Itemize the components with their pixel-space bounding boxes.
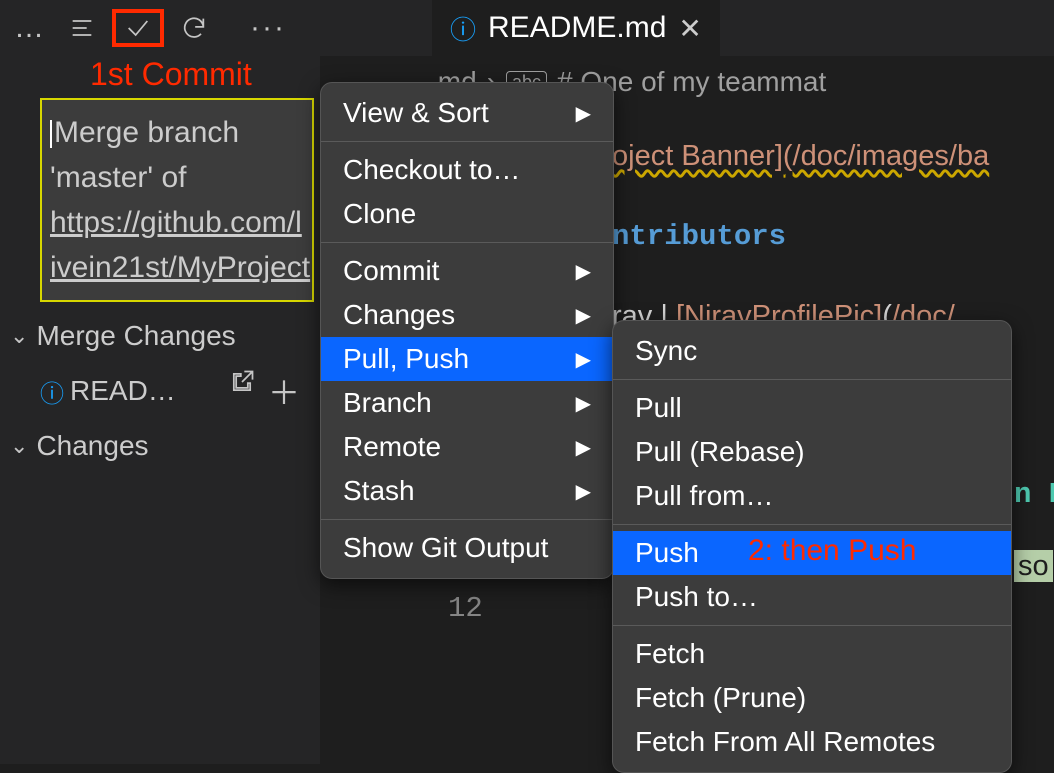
submenu-pull[interactable]: Pull — [613, 386, 1011, 430]
submenu-sync[interactable]: Sync — [613, 329, 1011, 373]
menu-separator — [613, 379, 1011, 380]
menu-remote[interactable]: Remote▶ — [321, 425, 613, 469]
submenu-pull-rebase[interactable]: Pull (Rebase) — [613, 430, 1011, 474]
menu-separator — [321, 242, 613, 243]
code-fragment: so — [1014, 550, 1053, 584]
submenu-push-to[interactable]: Push to… — [613, 575, 1011, 619]
code-fragment: oject Banner](/doc/images/ba — [612, 140, 989, 174]
menu-commit[interactable]: Commit▶ — [321, 249, 613, 293]
section-label: Merge Changes — [36, 320, 235, 352]
tree-view-icon[interactable] — [60, 6, 104, 50]
menu-separator — [613, 524, 1011, 525]
commit-msg-line: Merge branch — [54, 116, 239, 149]
file-name: READ… — [70, 375, 176, 407]
chevron-right-icon: ▶ — [576, 435, 591, 460]
info-icon: ⓘ — [450, 10, 476, 47]
menu-checkout-to[interactable]: Checkout to… — [321, 148, 613, 192]
editor-tab-readme[interactable]: ⓘ README.md ✕ — [432, 0, 720, 56]
menu-separator — [321, 519, 613, 520]
menu-changes[interactable]: Changes▶ — [321, 293, 613, 337]
chevron-right-icon: ▶ — [576, 391, 591, 416]
refresh-icon[interactable] — [172, 6, 216, 50]
menu-clone[interactable]: Clone — [321, 192, 613, 236]
menu-view-sort[interactable]: View & Sort▶ — [321, 91, 613, 135]
annotation-then-push: 2: then Push — [748, 534, 916, 568]
menu-pull-push[interactable]: Pull, Push▶ — [321, 337, 613, 381]
more-actions-icon[interactable]: ··· — [244, 11, 292, 45]
menu-separator — [613, 625, 1011, 626]
chevron-right-icon: ▶ — [576, 479, 591, 504]
submenu-fetch-prune[interactable]: Fetch (Prune) — [613, 676, 1011, 720]
submenu-fetch-all[interactable]: Fetch From All Remotes — [613, 720, 1011, 764]
submenu-pull-from[interactable]: Pull from… — [613, 474, 1011, 518]
merge-file-row[interactable]: ⓘ READ… ＋ — [0, 360, 320, 422]
chevron-right-icon: ▶ — [576, 101, 591, 126]
chevron-down-icon: ⌄ — [10, 323, 28, 349]
tab-bar: ⓘ README.md ✕ — [320, 0, 1054, 56]
annotation-1st-commit: 1st Commit — [90, 56, 252, 93]
merge-changes-section[interactable]: ⌄ Merge Changes — [0, 312, 320, 360]
section-label: Changes — [36, 430, 148, 462]
chevron-right-icon: ▶ — [576, 347, 591, 372]
close-icon[interactable]: ✕ — [678, 12, 701, 45]
ellipsis-icon[interactable]: … — [8, 11, 52, 45]
chevron-right-icon: ▶ — [576, 259, 591, 284]
commit-msg-line: 'master' of — [50, 155, 304, 200]
commit-check-icon[interactable] — [112, 9, 164, 47]
menu-branch[interactable]: Branch▶ — [321, 381, 613, 425]
code-fragment: ntributors — [612, 220, 786, 253]
commit-msg-line: ivein21st/MyProject — [50, 245, 304, 290]
submenu-fetch[interactable]: Fetch — [613, 632, 1011, 676]
chevron-right-icon: ▶ — [576, 303, 591, 328]
menu-stash[interactable]: Stash▶ — [321, 469, 613, 513]
code-fragment: n R — [1014, 478, 1054, 511]
line-number: 12 — [448, 592, 483, 625]
scm-context-menu: View & Sort▶ Checkout to… Clone Commit▶ … — [320, 82, 614, 579]
changes-section[interactable]: ⌄ Changes — [0, 422, 320, 470]
tab-title: README.md — [488, 11, 666, 45]
open-file-icon[interactable] — [228, 368, 256, 414]
menu-show-git-output[interactable]: Show Git Output — [321, 526, 613, 570]
scm-toolbar: … ··· — [0, 0, 320, 56]
commit-message-input[interactable]: Merge branch 'master' of https://github.… — [40, 98, 314, 302]
commit-msg-line: https://github.com/l — [50, 200, 304, 245]
menu-separator — [321, 141, 613, 142]
stage-plus-icon[interactable]: ＋ — [268, 368, 300, 414]
scm-sidebar: … ··· 1st Commit Merge branch 'master' o… — [0, 0, 320, 764]
info-icon: ⓘ — [40, 374, 64, 409]
chevron-down-icon: ⌄ — [10, 433, 28, 459]
